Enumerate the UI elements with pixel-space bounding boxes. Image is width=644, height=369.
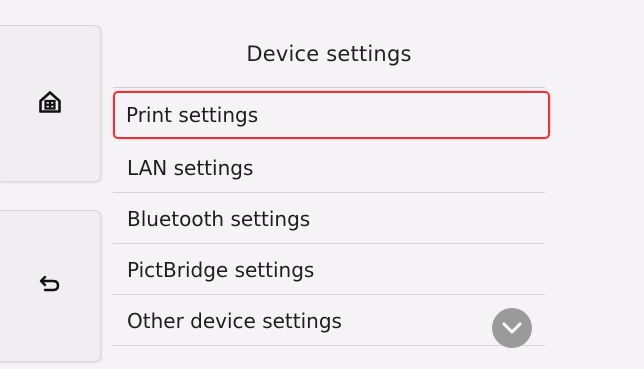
menu-item-print-settings[interactable]: Print settings	[113, 91, 550, 139]
home-icon	[39, 90, 61, 117]
menu-item-bluetooth-settings[interactable]: Bluetooth settings	[113, 193, 553, 244]
settings-menu: Print settings LAN settings Bluetooth se…	[113, 88, 553, 346]
menu-item-lan-settings[interactable]: LAN settings	[113, 142, 553, 193]
menu-item-pictbridge-settings[interactable]: PictBridge settings	[113, 244, 553, 295]
menu-divider	[113, 345, 545, 346]
page-title: Device settings	[246, 42, 412, 66]
back-button[interactable]	[0, 210, 101, 362]
menu-item-label: PictBridge settings	[127, 257, 315, 282]
menu-item-label: Bluetooth settings	[127, 206, 311, 231]
printer-panel-screen: Device settings Print settings LAN setti…	[0, 0, 644, 369]
home-button[interactable]	[0, 25, 101, 182]
chevron-down-icon	[502, 319, 522, 338]
menu-item-label: Other device settings	[127, 308, 342, 333]
menu-item-label: LAN settings	[127, 155, 254, 180]
menu-item-label: Print settings	[126, 103, 259, 127]
back-arrow-icon	[39, 275, 61, 297]
scroll-down-button[interactable]	[492, 308, 532, 348]
menu-item-other-device-settings[interactable]: Other device settings	[113, 295, 553, 346]
